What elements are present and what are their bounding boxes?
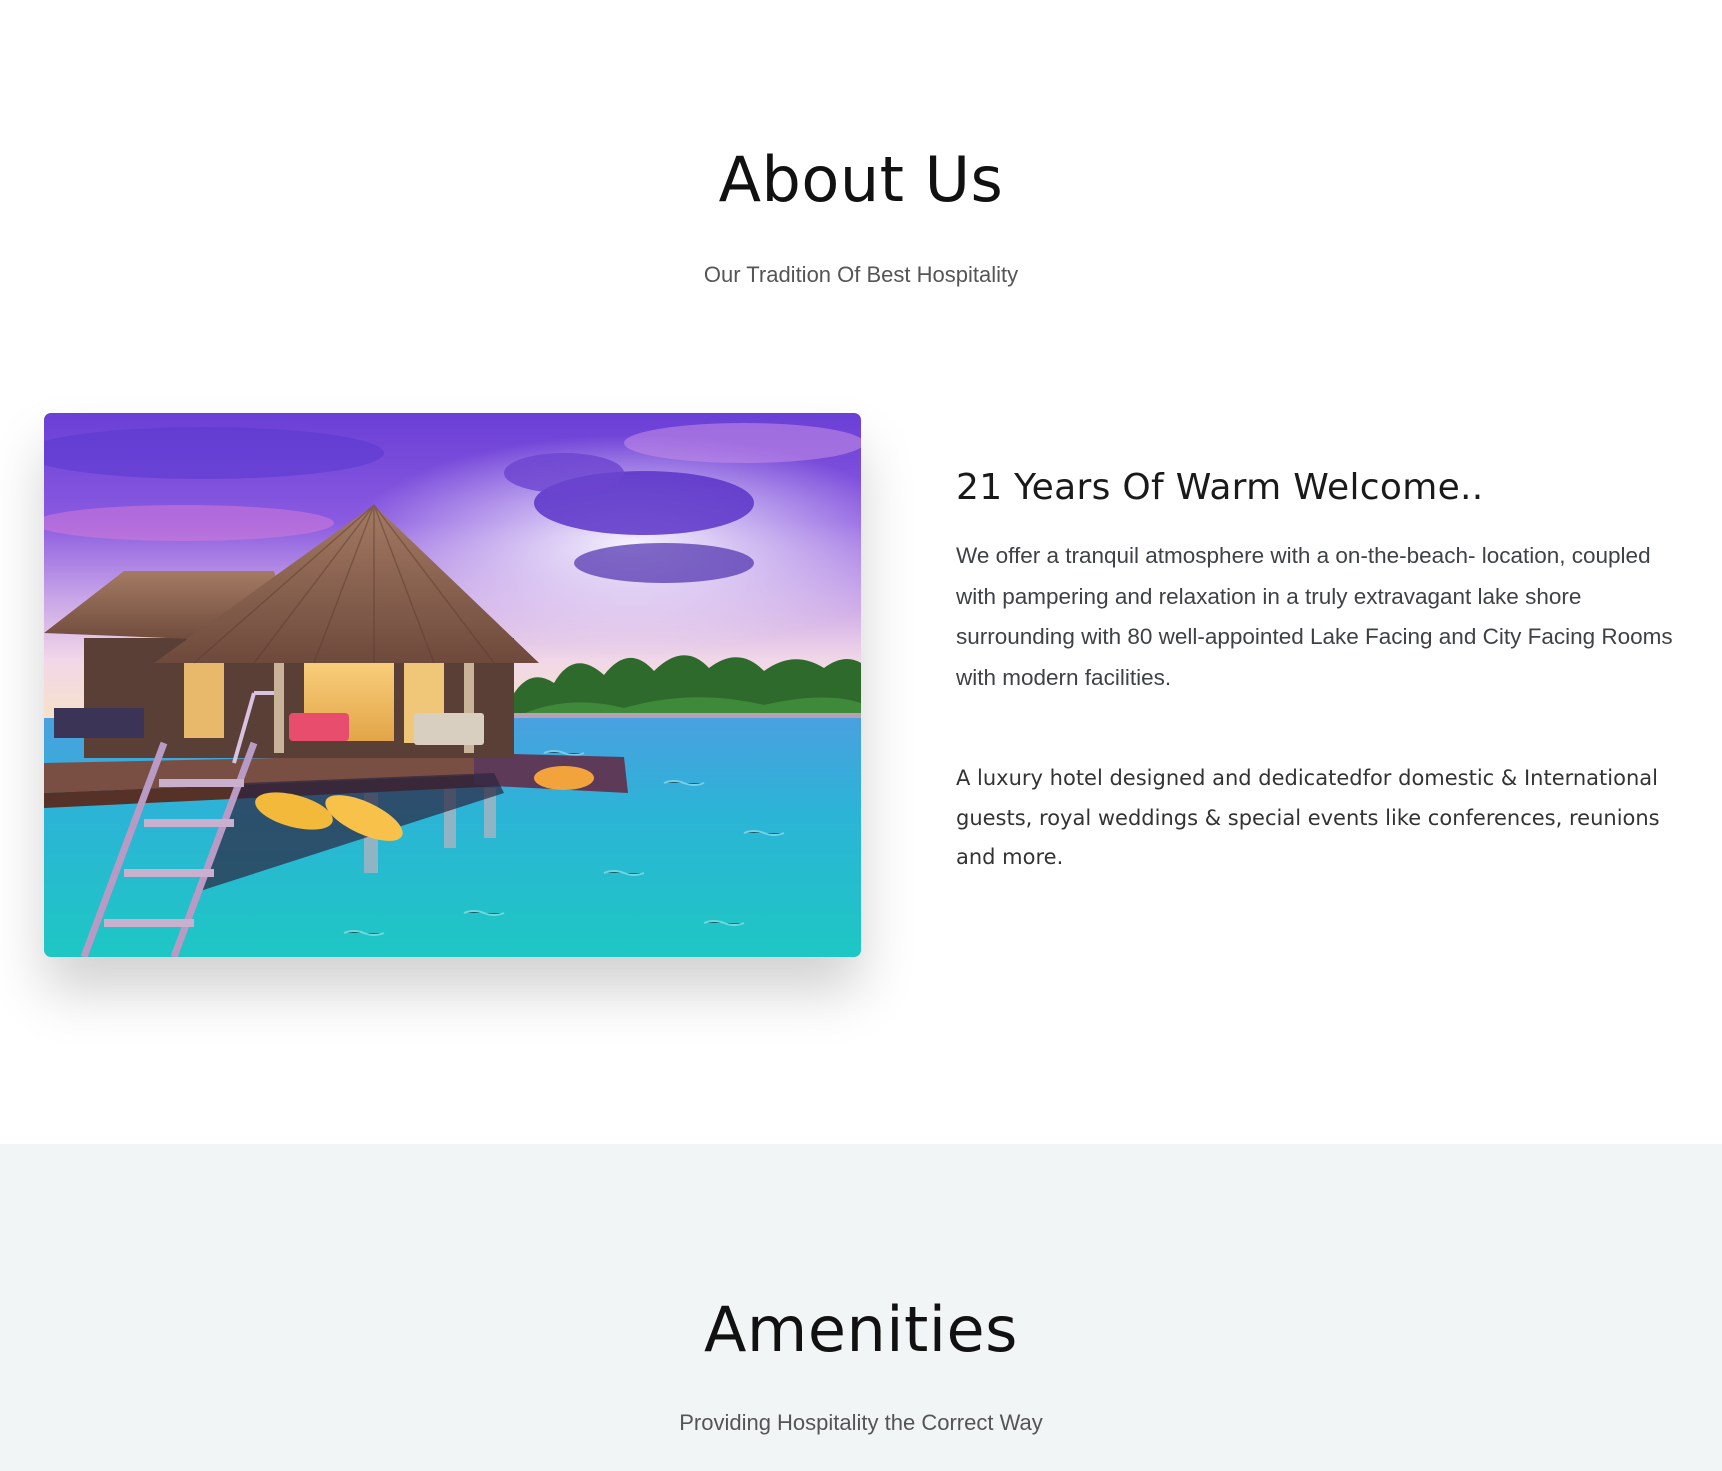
about-paragraph-2: A luxury hotel designed and dedicatedfor… [956,766,1660,869]
amenities-section: Amenities Providing Hospitality the Corr… [0,1144,1722,1471]
amenities-title: Amenities [704,1293,1018,1366]
about-paragraph-1: We offer a tranquil atmosphere with a on… [956,543,1673,690]
about-subtitle: Our Tradition Of Best Hospitality [703,262,1019,287]
about-text-block: 21 Years Of Warm Welcome.. We offer a tr… [956,462,1686,878]
about-section: About Us Our Tradition Of Best Hospitali… [0,0,1722,1144]
overwater-bungalow-image [44,413,861,957]
about-title: About Us [718,143,1004,216]
about-heading: 21 Years Of Warm Welcome.. [956,467,1484,508]
amenities-subtitle: Providing Hospitality the Correct Way [679,1410,1043,1435]
